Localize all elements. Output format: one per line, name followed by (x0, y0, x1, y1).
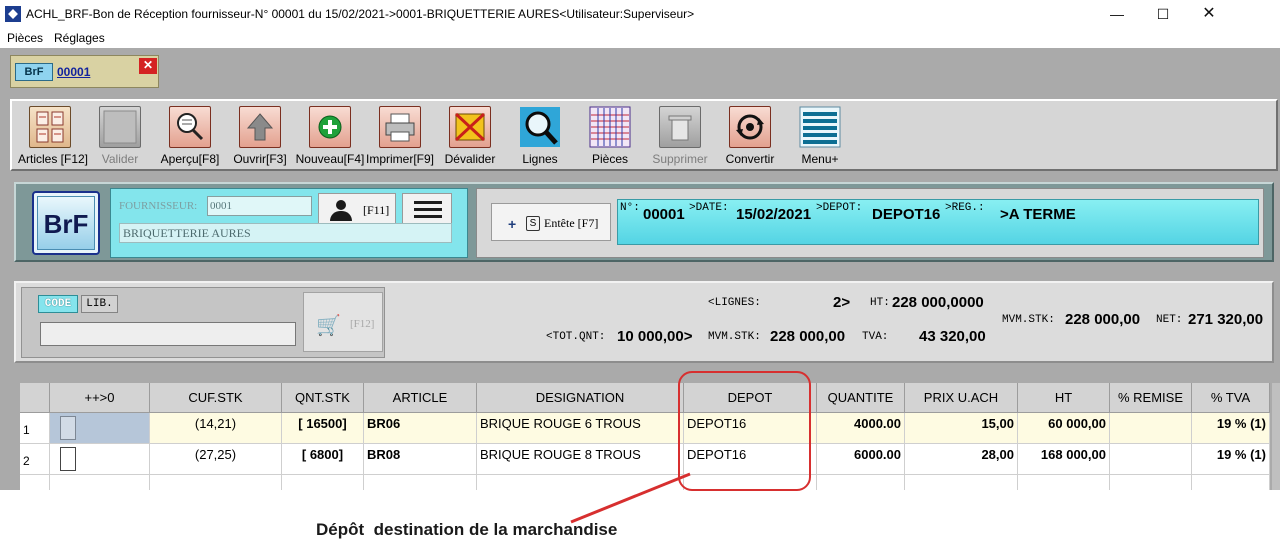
callout-text: Dépôt destination de la marchandise (316, 520, 618, 539)
callout-arrow (570, 472, 691, 524)
app-window: ACHL_BRF-Bon de Réception fournisseur-N°… (0, 0, 1280, 559)
